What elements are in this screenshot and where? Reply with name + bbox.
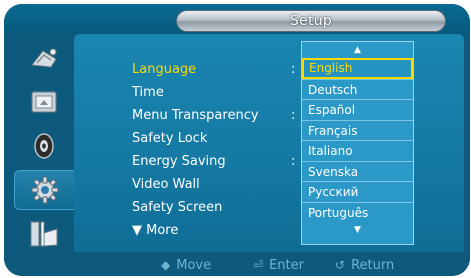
category-sidebar: [4, 34, 74, 252]
scroll-up-arrow[interactable]: ▲: [302, 42, 413, 58]
menu-item-language[interactable]: Language: [132, 58, 259, 81]
menu-item-energy-saving[interactable]: Energy Saving: [132, 150, 259, 173]
menu-item-safety-screen[interactable]: Safety Screen: [132, 196, 259, 219]
language-option-deutsch[interactable]: Deutsch: [302, 78, 413, 100]
osd-window: Setup Language Time Menu Transparency Sa…: [4, 4, 470, 276]
setup-menu-list: Language Time Menu Transparency Safety L…: [132, 58, 259, 242]
picture-icon: [31, 48, 57, 68]
sidebar-item-picture[interactable]: [18, 38, 70, 78]
sound-icon: [34, 133, 54, 159]
language-option-italiano[interactable]: Italiano: [302, 140, 413, 161]
multi-control-icon: [30, 221, 58, 247]
language-option-francais[interactable]: Français: [302, 119, 413, 141]
language-option-portugues[interactable]: Português: [302, 201, 413, 223]
sidebar-item-setup[interactable]: [14, 170, 74, 210]
language-option-russian[interactable]: Русский: [302, 181, 413, 202]
menu-item-safety-lock[interactable]: Safety Lock: [132, 127, 259, 150]
window-title: Setup: [289, 13, 333, 29]
sidebar-item-sound[interactable]: [18, 126, 70, 166]
help-move-label: Move: [176, 257, 212, 273]
help-enter-label: Enter: [269, 257, 304, 273]
transparency-colon: :: [291, 108, 296, 123]
menu-item-video-wall[interactable]: Video Wall: [132, 173, 259, 196]
menu-item-time[interactable]: Time: [132, 81, 259, 104]
help-return: ↺ Return: [335, 256, 394, 274]
help-move: ◆ Move: [161, 256, 211, 274]
setup-menu-panel: Language Time Menu Transparency Safety L…: [74, 34, 464, 252]
language-colon: :: [291, 62, 296, 77]
menu-item-more[interactable]: ▼ More: [132, 219, 259, 242]
language-option-espanol[interactable]: Español: [302, 99, 413, 120]
language-option-english[interactable]: English: [302, 58, 413, 79]
help-enter: ⏎ Enter: [253, 256, 304, 274]
language-option-svenska[interactable]: Svenska: [302, 160, 413, 182]
return-icon: ↺: [335, 258, 346, 272]
menu-item-menu-transparency[interactable]: Menu Transparency: [132, 104, 259, 127]
help-return-label: Return: [351, 257, 395, 273]
enter-icon: ⏎: [253, 258, 264, 272]
sidebar-item-multi-control[interactable]: [18, 214, 70, 254]
sidebar-item-screen[interactable]: [18, 82, 70, 122]
setup-gear-icon: [31, 176, 58, 204]
screen-icon: [31, 91, 57, 113]
scroll-down-arrow[interactable]: ▼: [302, 222, 413, 238]
help-bar: ◆ Move ⏎ Enter ↺ Return: [4, 252, 470, 276]
title-bar: Setup: [4, 4, 470, 34]
move-icon: ◆: [161, 258, 171, 272]
energy-colon: :: [291, 154, 296, 169]
title-pill: Setup: [176, 10, 446, 32]
language-dropdown-list[interactable]: ▲ English Deutsch Español Français Itali…: [301, 41, 414, 245]
